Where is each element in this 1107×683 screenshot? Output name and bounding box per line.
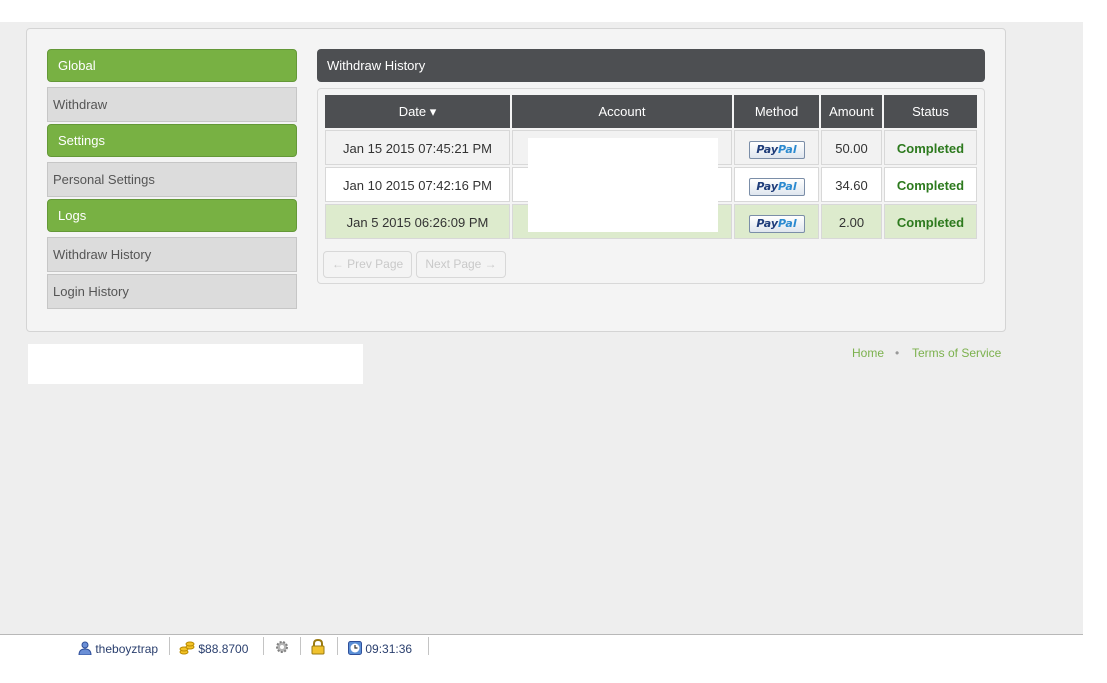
taskbar-username: theboyztrap xyxy=(95,642,159,656)
column-header-status: Status xyxy=(884,95,977,128)
cell-method: PayPal xyxy=(734,204,819,239)
prev-page-button[interactable]: ← Prev Page xyxy=(323,251,412,278)
column-header-amount: Amount xyxy=(821,95,882,128)
taskbar-clock: 09:31:36 xyxy=(348,639,412,659)
sidebar-heading-settings: Settings xyxy=(47,124,297,157)
user-icon xyxy=(78,641,92,656)
cell-status: Completed xyxy=(884,204,977,239)
gear-icon[interactable] xyxy=(274,639,290,659)
coins-icon xyxy=(179,641,195,655)
column-header-date[interactable]: Date ▾ xyxy=(325,95,510,128)
paypal-logo-icon: PayPal xyxy=(748,215,805,233)
cell-method: PayPal xyxy=(734,167,819,202)
cell-date: Jan 5 2015 06:26:09 PM xyxy=(325,204,510,239)
footer-separator: • xyxy=(895,346,900,360)
taskbar-divider xyxy=(300,637,301,655)
redacted-footer-block xyxy=(28,344,363,384)
paypal-logo-icon: PayPal xyxy=(748,178,805,196)
cell-status: Completed xyxy=(884,167,977,202)
sidebar-item-withdraw[interactable]: Withdraw xyxy=(47,87,297,122)
lock-icon[interactable] xyxy=(311,638,325,659)
taskbar-divider xyxy=(263,637,264,655)
cell-date: Jan 10 2015 07:42:16 PM xyxy=(325,167,510,202)
sidebar-item-login-history[interactable]: Login History xyxy=(47,274,297,309)
column-header-method: Method xyxy=(734,95,819,128)
sidebar-item-withdraw-history[interactable]: Withdraw History xyxy=(47,237,297,272)
taskbar-clock-value: 09:31:36 xyxy=(365,642,413,656)
column-header-account: Account xyxy=(512,95,732,128)
footer-home-link[interactable]: Home xyxy=(852,346,884,360)
cell-amount: 34.60 xyxy=(821,167,882,202)
taskbar-divider xyxy=(169,637,170,655)
cell-amount: 2.00 xyxy=(821,204,882,239)
cell-method: PayPal xyxy=(734,130,819,165)
sidebar-heading-logs: Logs xyxy=(47,199,297,232)
sidebar-heading-global: Global xyxy=(47,49,297,82)
cell-amount: 50.00 xyxy=(821,130,882,165)
taskbar-user[interactable]: theboyztrap xyxy=(78,639,158,659)
taskbar-divider xyxy=(337,637,338,655)
taskbar: theboyztrap $88.8700 09:31:36 xyxy=(0,634,1083,683)
footer-terms-link[interactable]: Terms of Service xyxy=(912,346,1001,360)
cell-status: Completed xyxy=(884,130,977,165)
paypal-logo-icon: PayPal xyxy=(748,141,805,159)
cell-date: Jan 15 2015 07:45:21 PM xyxy=(325,130,510,165)
redacted-account-block xyxy=(528,138,718,232)
taskbar-balance[interactable]: $88.8700 xyxy=(179,639,248,659)
sidebar-item-personal-settings[interactable]: Personal Settings xyxy=(47,162,297,197)
panel-title: Withdraw History xyxy=(317,49,985,82)
taskbar-divider xyxy=(428,637,429,655)
clock-icon xyxy=(348,641,362,655)
taskbar-balance-value: $88.8700 xyxy=(198,642,249,656)
next-page-button[interactable]: Next Page → xyxy=(416,251,506,278)
